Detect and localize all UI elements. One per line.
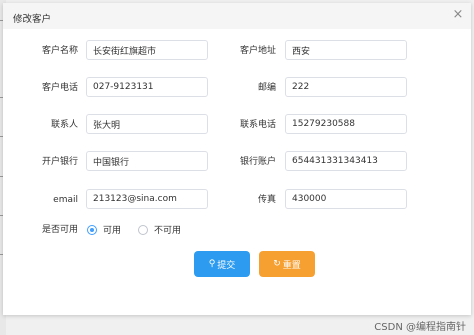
dialog-title: 修改客户 (13, 14, 52, 25)
reset-button-label: 重置 (282, 260, 301, 271)
radio-unchecked-icon[interactable] (138, 224, 148, 235)
submit-button-label: 提交 (217, 260, 236, 271)
customer-phone-label: 客户电话 (41, 83, 78, 93)
fax-label: 传真 (257, 195, 276, 205)
reset-button[interactable]: ↻ 重置 (259, 251, 315, 277)
dialog-title-bar: 修改客户 × (3, 3, 471, 29)
customer-name-input[interactable] (86, 40, 208, 60)
bank-input[interactable] (86, 151, 208, 171)
contact-label: 联系人 (50, 120, 78, 130)
contact-input[interactable] (86, 114, 208, 134)
postcode-label: 邮编 (257, 83, 276, 93)
customer-address-input[interactable] (285, 40, 407, 60)
bank-account-label: 银行账户 (239, 157, 276, 167)
fax-input[interactable] (285, 189, 407, 209)
enabled-radio-yes[interactable]: 可用 (87, 223, 121, 236)
contact-phone-label: 联系电话 (239, 120, 276, 130)
customer-phone-input[interactable] (86, 77, 208, 97)
search-icon: ⚲ (208, 259, 216, 269)
email-input[interactable] (86, 189, 208, 209)
bank-label: 开户银行 (41, 157, 78, 167)
enabled-label: 是否可用 (41, 225, 78, 235)
watermark: CSDN @编程指南针 (374, 322, 466, 333)
enabled-radio-no[interactable]: 不可用 (138, 223, 181, 236)
email-label: email (53, 195, 78, 205)
submit-button[interactable]: ⚲ 提交 (194, 251, 250, 277)
refresh-icon: ↻ (273, 259, 281, 269)
enabled-option-no-label: 不可用 (154, 226, 182, 236)
close-icon[interactable]: × (451, 8, 465, 22)
contact-phone-input[interactable] (285, 114, 407, 134)
bank-account-input[interactable] (285, 151, 407, 171)
postcode-input[interactable] (285, 77, 407, 97)
enabled-option-yes-label: 可用 (103, 226, 122, 236)
radio-checked-icon[interactable] (87, 224, 97, 235)
edit-customer-dialog: 修改客户 × 客户名称 客户地址 客户电话 邮编 联系人 联系电话 开户银行 银… (3, 3, 471, 315)
customer-name-label: 客户名称 (41, 46, 78, 56)
customer-address-label: 客户地址 (239, 46, 276, 56)
